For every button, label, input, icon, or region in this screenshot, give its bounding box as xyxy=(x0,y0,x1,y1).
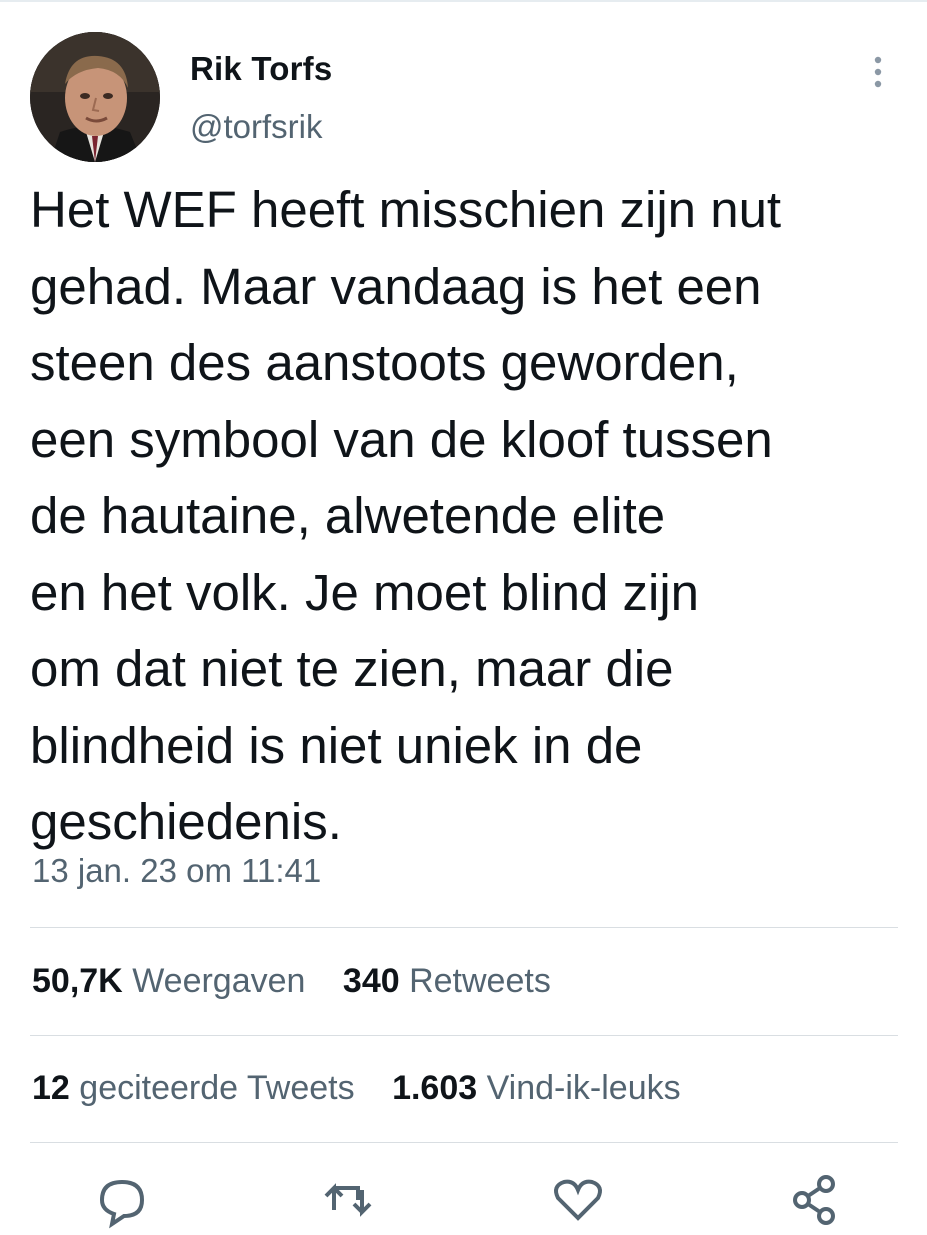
likes-label: Vind-ik-leuks xyxy=(486,1069,681,1107)
views-count: 50,7K xyxy=(32,962,123,1000)
stats-row-views-retweets: 50,7K Weergaven 340 Retweets xyxy=(32,962,579,1001)
tweet-text-line: een symbool van de kloof tussen xyxy=(30,410,773,468)
share-button[interactable] xyxy=(786,1170,846,1230)
like-icon xyxy=(554,1179,602,1221)
retweets-label: Retweets xyxy=(409,962,551,1000)
top-border xyxy=(0,0,927,2)
quote-tweets-label: geciteerde Tweets xyxy=(79,1069,355,1107)
share-icon xyxy=(793,1175,835,1225)
divider xyxy=(30,1142,898,1143)
tweet-text-line: en het volk. Je moet blind zijn xyxy=(30,563,700,621)
reply-icon xyxy=(99,1179,145,1229)
tweet-text-line: om dat niet te zien, maar die xyxy=(30,640,674,697)
likes-count: 1.603 xyxy=(392,1069,478,1107)
retweet-icon xyxy=(324,1183,372,1217)
views-stat[interactable]: 50,7K Weergaven xyxy=(32,962,305,1001)
more-vertical-icon xyxy=(874,56,882,88)
author-display-name[interactable]: Rik Torfs xyxy=(190,50,332,88)
more-options-button[interactable] xyxy=(858,52,898,92)
divider xyxy=(30,927,898,928)
author-handle[interactable]: @torfsrik xyxy=(190,108,323,146)
tweet-text-line: geschiedenis. xyxy=(30,793,342,850)
tweet-timestamp[interactable]: 13 jan. 23 om 11:41 xyxy=(32,852,321,890)
retweets-stat[interactable]: 340 Retweets xyxy=(343,962,551,1001)
divider xyxy=(30,1035,898,1036)
tweet-text: Het WEF heeft misschien zijn nut gehad. … xyxy=(30,172,910,861)
views-label: Weergaven xyxy=(132,962,306,1000)
stats-row-quotes-likes: 12 geciteerde Tweets 1.603 Vind-ik-leuks xyxy=(32,1069,709,1108)
tweet-text-line: steen des aanstoots geworden, xyxy=(30,334,739,391)
retweet-button[interactable] xyxy=(318,1170,378,1230)
tweet-text-line: de hautaine, alwetende elite xyxy=(30,487,666,544)
tweet-text-line: blindheid is niet uniek in de xyxy=(30,716,643,774)
avatar-photo-icon xyxy=(30,32,160,162)
likes-stat[interactable]: 1.603 Vind-ik-leuks xyxy=(392,1069,681,1108)
tweet-text-line: Het WEF heeft misschien zijn nut xyxy=(30,181,782,238)
quote-tweets-stat[interactable]: 12 geciteerde Tweets xyxy=(32,1069,355,1108)
like-button[interactable] xyxy=(548,1170,608,1230)
reply-button[interactable] xyxy=(92,1170,152,1230)
avatar[interactable] xyxy=(30,32,160,162)
retweets-count: 340 xyxy=(342,962,400,1000)
tweet-text-line: gehad. Maar vandaag is het een xyxy=(30,257,762,315)
quote-tweets-count: 12 xyxy=(32,1069,70,1107)
